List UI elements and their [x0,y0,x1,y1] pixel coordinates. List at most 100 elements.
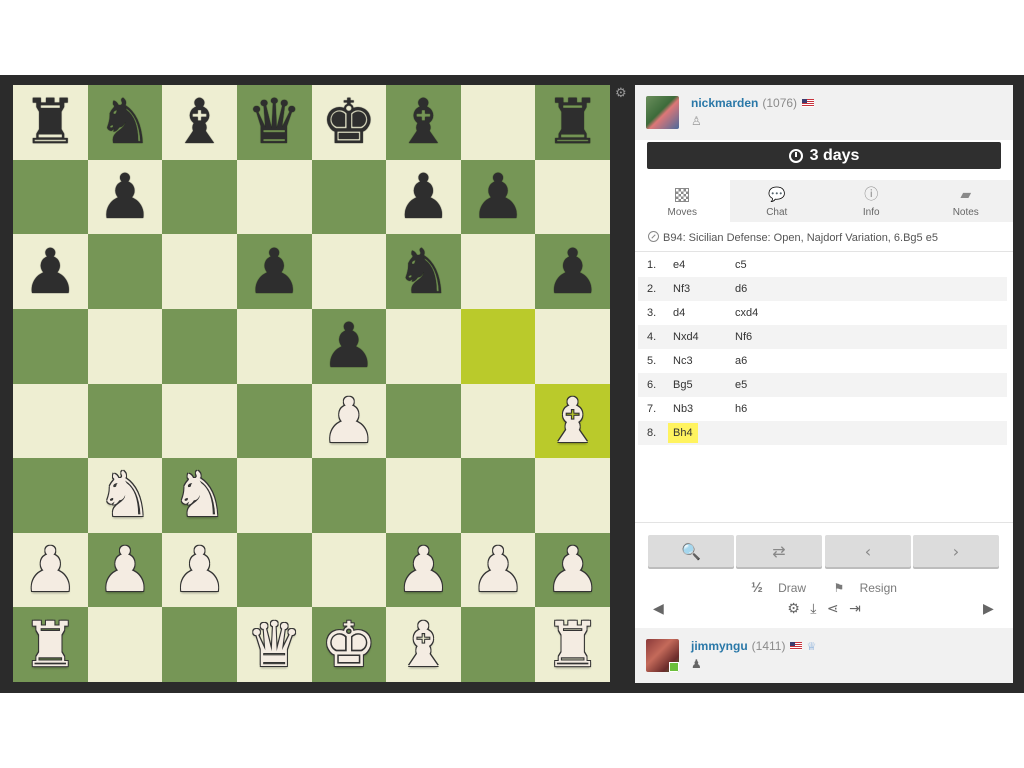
square-b5[interactable] [87,308,163,384]
white-move[interactable]: Nc3 [668,351,698,371]
square-e8[interactable]: ♚ [311,85,387,160]
square-a1[interactable]: ♜ [13,607,88,682]
square-d4[interactable] [236,383,312,459]
white-king-icon[interactable]: ♚ [321,613,377,676]
square-b4[interactable] [87,383,163,459]
square-e6[interactable] [311,234,387,309]
square-b8[interactable]: ♞ [87,85,163,160]
previous-move-button[interactable]: ‹ [825,535,911,567]
square-c5[interactable] [162,308,237,384]
square-b3[interactable]: ♞ [87,458,163,533]
square-g8[interactable] [460,85,536,160]
square-d2[interactable] [236,532,312,608]
square-f4[interactable] [386,383,461,459]
square-c3[interactable]: ♞ [162,458,237,533]
white-rook-icon[interactable]: ♜ [23,613,79,676]
black-knight-icon[interactable]: ♞ [97,91,153,153]
opening-name[interactable]: B94: Sicilian Defense: Open, Najdorf Var… [635,222,1013,252]
square-b1[interactable] [87,607,163,682]
black-pawn-icon[interactable]: ♟ [23,240,79,303]
square-f2[interactable]: ♟ [386,532,461,608]
black-king-icon[interactable]: ♚ [321,91,377,153]
black-pawn-icon[interactable]: ♟ [545,240,601,303]
tab-moves[interactable]: Moves [635,180,730,222]
black-move[interactable]: a6 [735,355,747,367]
white-pawn-icon[interactable]: ♟ [545,539,601,601]
black-rook-icon[interactable]: ♜ [545,91,601,153]
white-bishop-icon[interactable]: ♝ [545,389,601,452]
square-h4[interactable]: ♝ [535,383,610,459]
square-c8[interactable]: ♝ [162,85,237,160]
square-h7[interactable] [535,159,610,235]
square-b7[interactable]: ♟ [87,159,163,235]
resign-button[interactable]: ⚑ Resign [827,581,902,595]
chess-board[interactable]: ♜ ♞ ♝ ♛ ♚ ♝ ♜ ♟ ♟ ♟ ♟ ♟ ♞ ♟ ♟ ♟ ♝ ♞ ♞ ♟ ♟ ♟ ♟ ♟ ♟ ♜ ♛ ♚ ♝ ♜ [13,85,610,682]
black-move[interactable]: cxd4 [735,307,758,319]
square-d3[interactable] [236,458,312,533]
black-pawn-icon[interactable]: ♟ [396,165,452,228]
white-pawn-icon[interactable]: ♟ [97,539,153,601]
square-h3[interactable] [535,458,610,533]
square-f6[interactable]: ♞ [386,234,461,309]
square-a3[interactable] [13,458,88,533]
black-pawn-icon[interactable]: ♟ [470,165,526,228]
square-g7[interactable]: ♟ [460,159,536,235]
square-a5[interactable] [13,308,88,384]
square-f1[interactable]: ♝ [386,607,461,682]
tab-info[interactable]: ⓘ Info [824,180,919,222]
white-move[interactable]: e4 [668,255,690,275]
square-g2[interactable]: ♟ [460,532,536,608]
black-move[interactable]: Nf6 [735,331,752,343]
square-g1[interactable] [460,607,536,682]
white-pawn-icon[interactable]: ♟ [321,389,377,452]
square-c2[interactable]: ♟ [162,532,237,608]
square-c1[interactable] [162,607,237,682]
square-f3[interactable] [386,458,461,533]
tab-chat[interactable]: 💬 Chat [730,180,825,222]
white-pawn-icon[interactable]: ♟ [23,539,79,601]
black-move[interactable]: h6 [735,403,747,415]
square-g5[interactable] [460,308,536,384]
black-queen-icon[interactable]: ♛ [246,91,302,153]
white-pawn-icon[interactable]: ♟ [172,539,228,601]
square-d1[interactable]: ♛ [236,607,312,682]
square-b2[interactable]: ♟ [87,532,163,608]
black-pawn-icon[interactable]: ♟ [97,165,153,228]
black-rook-icon[interactable]: ♜ [23,91,79,153]
square-a8[interactable]: ♜ [13,85,88,160]
white-move[interactable]: Nb3 [668,399,698,419]
square-b6[interactable] [87,234,163,309]
white-pawn-icon[interactable]: ♟ [470,539,526,601]
square-f7[interactable]: ♟ [386,159,461,235]
board-settings-gear-icon[interactable]: ⚙ [615,87,629,101]
white-pawn-icon[interactable]: ♟ [396,539,452,601]
white-rook-icon[interactable]: ♜ [545,613,601,676]
square-d8[interactable]: ♛ [236,85,312,160]
black-move[interactable]: c5 [735,259,747,271]
black-knight-icon[interactable]: ♞ [396,240,452,303]
square-f5[interactable] [386,308,461,384]
black-move[interactable]: d6 [735,283,747,295]
analysis-button[interactable]: 🔍 [648,535,734,567]
square-e2[interactable] [311,532,387,608]
gear-icon[interactable]: ⚙ [787,601,800,617]
square-g6[interactable] [460,234,536,309]
white-move[interactable]: d4 [668,303,690,323]
white-knight-icon[interactable]: ♞ [172,464,228,526]
flip-board-button[interactable]: ⇄ [736,535,822,567]
square-e3[interactable] [311,458,387,533]
square-h6[interactable]: ♟ [535,234,610,309]
square-e1[interactable]: ♚ [311,607,387,682]
white-knight-icon[interactable]: ♞ [97,464,153,526]
white-bishop-icon[interactable]: ♝ [396,613,452,676]
square-c7[interactable] [162,159,237,235]
avatar[interactable] [646,96,679,129]
tab-notes[interactable]: ▰ Notes [919,180,1014,222]
top-player-username[interactable]: nickmarden [691,96,758,110]
square-a2[interactable]: ♟ [13,532,88,608]
next-move-button[interactable]: › [913,535,999,567]
white-move[interactable]: Bg5 [668,375,698,395]
square-c4[interactable] [162,383,237,459]
square-d7[interactable] [236,159,312,235]
avatar[interactable] [646,639,679,672]
